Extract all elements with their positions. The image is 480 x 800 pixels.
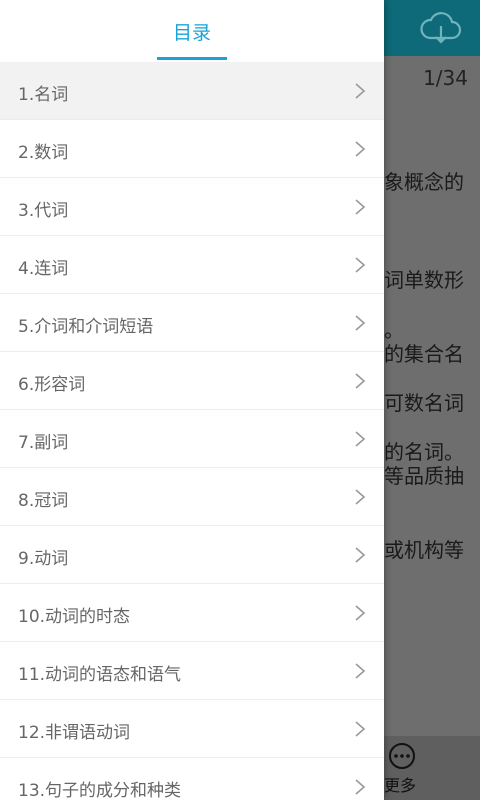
chevron-right-icon: [355, 779, 366, 795]
chevron-right-icon: [355, 199, 366, 215]
toc-item-label: 7.副词: [18, 433, 69, 453]
toc-list: 1.名词 2.数词 3.代词 4.连词 5.介词和介词短语 6.形容词 7.副词: [0, 62, 384, 800]
toc-item-label: 12.非谓语动词: [18, 723, 131, 743]
chevron-right-icon: [355, 315, 366, 331]
toc-item[interactable]: 7.副词: [0, 410, 384, 468]
toc-item[interactable]: 1.名词: [0, 62, 384, 120]
toc-item[interactable]: 5.介词和介词短语: [0, 294, 384, 352]
toc-item[interactable]: 10.动词的时态: [0, 584, 384, 642]
title-underline: [157, 57, 227, 60]
chevron-right-icon: [355, 663, 366, 679]
toc-item[interactable]: 13.句子的成分和种类: [0, 758, 384, 800]
toc-item-label: 10.动词的时态: [18, 607, 131, 627]
chevron-right-icon: [355, 721, 366, 737]
toc-item-label: 9.动词: [18, 549, 69, 569]
bg-text-line: 的集合名: [384, 342, 464, 366]
toc-item-label: 1.名词: [18, 85, 69, 105]
bg-text-line: 等品质抽: [384, 464, 464, 488]
more-label: 更多: [384, 776, 417, 795]
toc-item-label: 2.数词: [18, 143, 69, 163]
toc-item[interactable]: 11.动词的语态和语气: [0, 642, 384, 700]
chevron-right-icon: [355, 373, 366, 389]
more-dots-icon: [389, 743, 415, 769]
chevron-right-icon: [355, 547, 366, 563]
chevron-right-icon: [355, 141, 366, 157]
bg-text-line: 可数名词: [384, 391, 464, 415]
page-indicator: 1/34: [423, 66, 468, 90]
toc-item-label: 5.介词和介词短语: [18, 317, 154, 337]
more-button[interactable]: 更多: [384, 738, 424, 795]
toc-item-label: 8.冠词: [18, 491, 69, 511]
toc-item[interactable]: 12.非谓语动词: [0, 700, 384, 758]
toc-item[interactable]: 2.数词: [0, 120, 384, 178]
chevron-right-icon: [355, 431, 366, 447]
toc-item[interactable]: 6.形容词: [0, 352, 384, 410]
drawer-header: 目录: [0, 0, 384, 62]
bg-text-line: 词单数形: [384, 268, 464, 292]
toc-drawer: 目录 1.名词 2.数词 3.代词 4.连词 5.介词和介词短语 6.形容词 7: [0, 0, 384, 800]
toc-item-label: 4.连词: [18, 259, 69, 279]
bg-text-line: 象概念的: [384, 170, 464, 194]
bg-text-line: 或机构等: [384, 538, 464, 562]
toc-item[interactable]: 3.代词: [0, 178, 384, 236]
toc-item[interactable]: 8.冠词: [0, 468, 384, 526]
chevron-right-icon: [355, 489, 366, 505]
toc-item[interactable]: 4.连词: [0, 236, 384, 294]
chevron-right-icon: [355, 257, 366, 273]
drawer-title[interactable]: 目录: [0, 18, 384, 45]
chevron-right-icon: [355, 83, 366, 99]
chevron-right-icon: [355, 605, 366, 621]
toc-item-label: 6.形容词: [18, 375, 86, 395]
toc-item-label: 3.代词: [18, 201, 69, 221]
toc-item[interactable]: 9.动词: [0, 526, 384, 584]
toc-item-label: 13.句子的成分和种类: [18, 781, 182, 800]
toc-item-label: 11.动词的语态和语气: [18, 665, 182, 685]
cloud-download-icon[interactable]: [418, 8, 464, 48]
